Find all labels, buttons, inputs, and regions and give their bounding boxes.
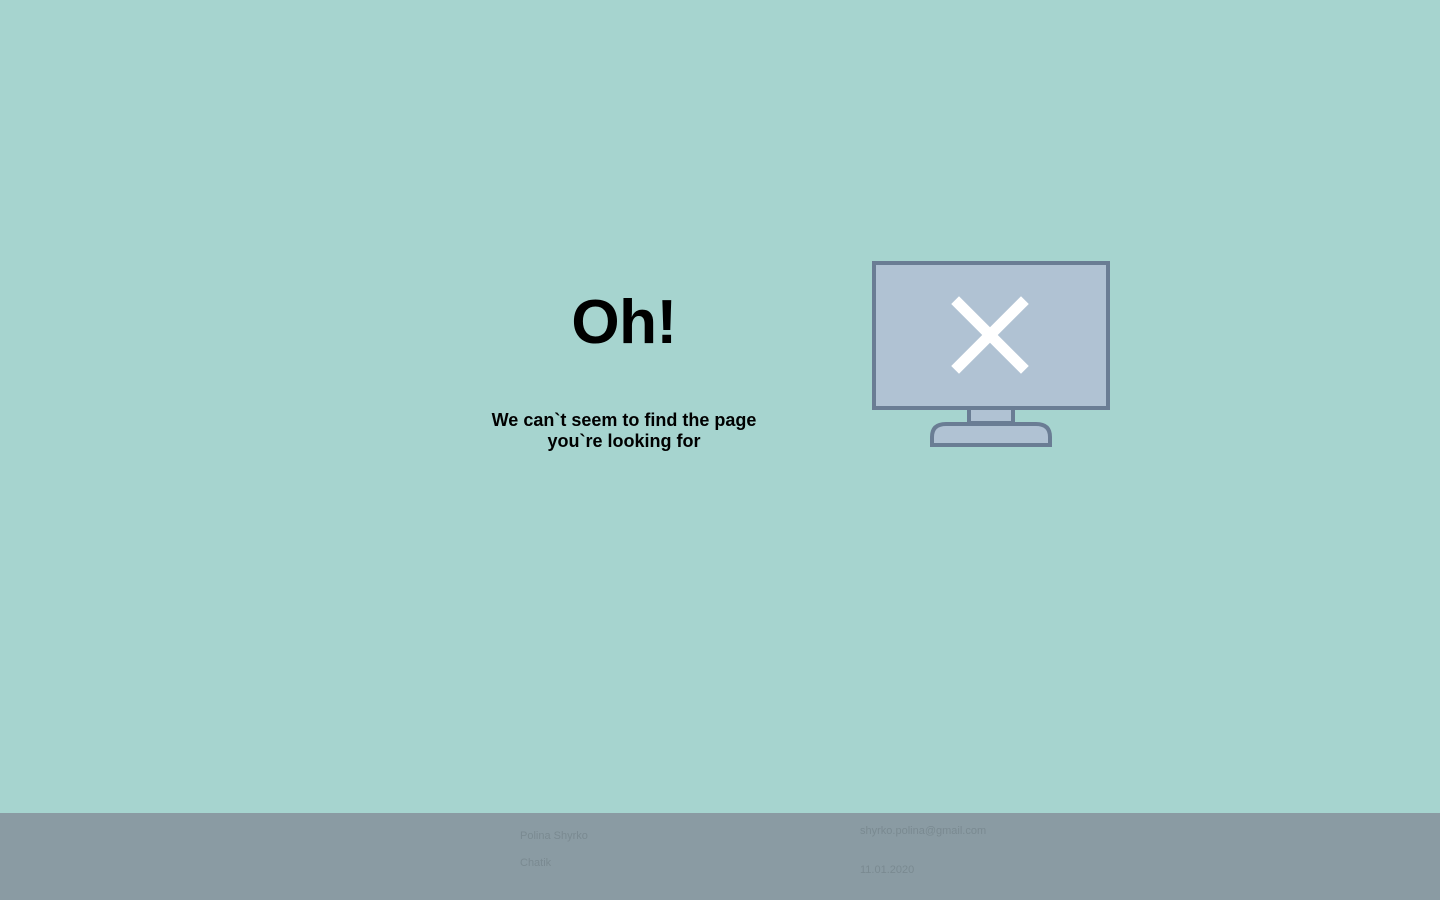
monitor-stand bbox=[930, 422, 1052, 447]
footer-app-name: Chatik bbox=[520, 857, 552, 869]
error-message: Oh! We can`t seem to find the page you`r… bbox=[464, 288, 784, 452]
footer-date: 11.01.2020 bbox=[860, 864, 915, 876]
error-description: We can`t seem to find the page you`re lo… bbox=[491, 410, 757, 451]
main-content: Oh! We can`t seem to find the page you`r… bbox=[0, 0, 1440, 813]
footer-email: shyrko.polina@gmail.com bbox=[860, 825, 987, 837]
page-footer: Polina Shyrko Chatik shyrko.polina@gmail… bbox=[0, 813, 1440, 900]
footer-author: Polina Shyrko bbox=[520, 830, 588, 842]
error-title: Oh! bbox=[571, 288, 677, 357]
monitor-error-icon bbox=[872, 261, 1110, 449]
monitor-error-svg bbox=[872, 261, 1110, 447]
monitor-neck bbox=[967, 406, 1015, 425]
not-found-page: Oh! We can`t seem to find the page you`r… bbox=[0, 0, 1440, 900]
